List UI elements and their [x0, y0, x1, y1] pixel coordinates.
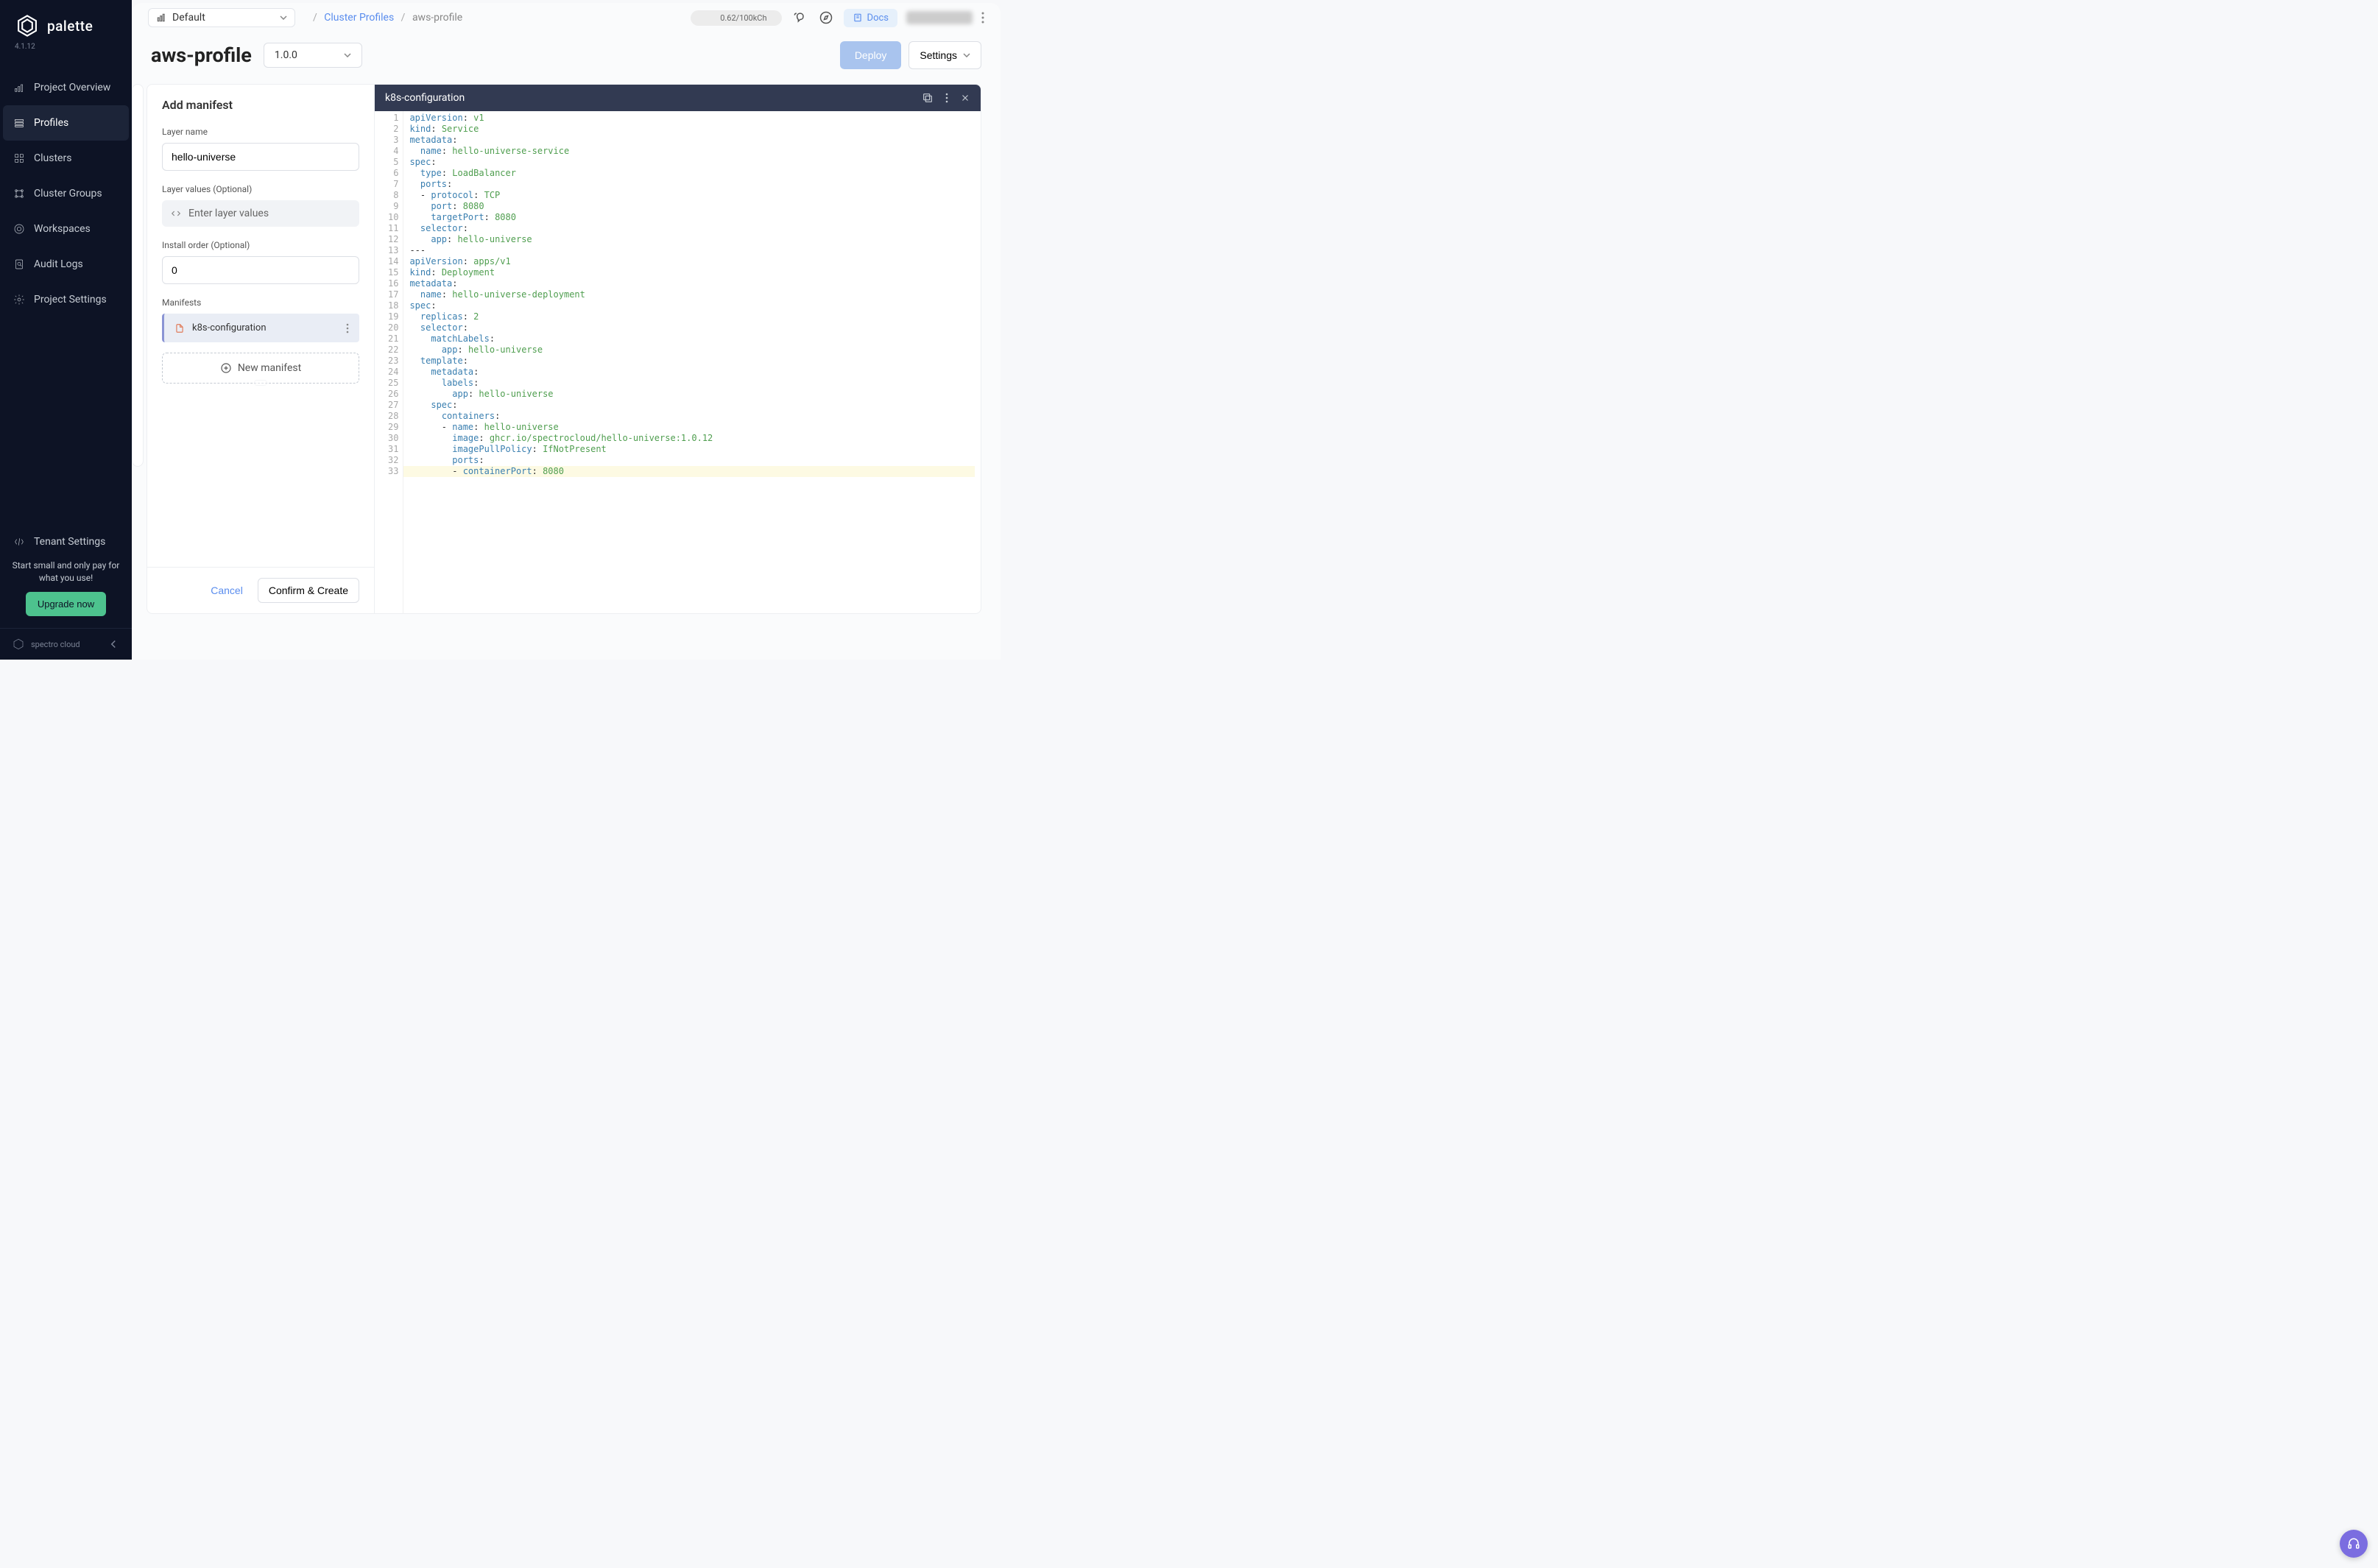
product-name: palette — [47, 18, 93, 35]
nav-project-settings[interactable]: Project Settings — [0, 282, 132, 317]
workspaces-icon — [13, 223, 25, 235]
confirm-create-button[interactable]: Confirm & Create — [258, 578, 359, 603]
settings-button[interactable]: Settings — [908, 41, 981, 69]
nav-workspaces[interactable]: Workspaces — [0, 211, 132, 247]
deploy-button[interactable]: Deploy — [840, 41, 902, 69]
tenant-icon — [13, 536, 25, 548]
chevron-down-icon — [344, 53, 351, 57]
kebab-menu-icon[interactable] — [981, 12, 984, 24]
layer-name-label: Layer name — [162, 127, 359, 137]
breadcrumb: / Cluster Profiles / aws-profile — [308, 12, 462, 24]
editor-code[interactable]: apiVersion: v1kind: Servicemetadata: nam… — [403, 111, 981, 613]
editor-tab: k8s-configuration — [385, 92, 465, 104]
manifest-item[interactable]: k8s-configuration — [162, 314, 359, 342]
profiles-icon — [13, 117, 25, 129]
docs-icon — [853, 13, 863, 23]
nav-profiles[interactable]: Profiles — [3, 105, 129, 141]
layer-values-label: Layer values (Optional) — [162, 184, 359, 194]
nav-project-overview[interactable]: Project Overview — [0, 70, 132, 105]
close-icon[interactable] — [960, 93, 970, 103]
layer-name-input[interactable] — [162, 143, 359, 171]
breadcrumb-current: aws-profile — [412, 12, 462, 24]
product-version: 4.1.12 — [0, 43, 132, 63]
code-icon — [171, 208, 181, 219]
page-title: aws-profile — [151, 43, 252, 67]
nav-clusters[interactable]: Clusters — [0, 141, 132, 176]
file-icon — [174, 323, 185, 333]
brand-name: spectro cloud — [31, 640, 80, 649]
docs-button[interactable]: Docs — [844, 9, 897, 27]
collapse-icon[interactable] — [107, 638, 120, 651]
cancel-button[interactable]: Cancel — [211, 578, 243, 603]
nav-audit-logs[interactable]: Audit Logs — [0, 247, 132, 282]
project-icon — [156, 13, 166, 23]
nav-cluster-groups[interactable]: Cluster Groups — [0, 176, 132, 211]
chat-icon[interactable] — [791, 9, 808, 27]
plus-circle-icon — [220, 362, 232, 374]
layer-values-input[interactable]: Enter layer values — [162, 200, 359, 227]
user-menu[interactable] — [906, 11, 973, 24]
cluster-groups-icon — [13, 188, 25, 199]
editor-kebab-icon[interactable] — [945, 93, 948, 103]
upgrade-text: Start small and only pay for what you us… — [10, 559, 121, 585]
clusters-icon — [13, 152, 25, 164]
form-title: Add manifest — [162, 98, 359, 112]
manifests-label: Manifests — [162, 297, 359, 308]
settings-icon — [13, 294, 25, 306]
chevron-down-icon — [963, 53, 970, 57]
install-order-input[interactable] — [162, 256, 359, 284]
version-selector[interactable]: 1.0.0 — [264, 43, 362, 68]
chevron-down-icon — [280, 15, 287, 20]
audit-icon — [13, 258, 25, 270]
logo-icon — [15, 13, 40, 38]
breadcrumb-link[interactable]: Cluster Profiles — [324, 12, 394, 24]
upgrade-button[interactable]: Upgrade now — [26, 592, 106, 616]
brand-icon — [12, 638, 25, 651]
overview-icon — [13, 82, 25, 93]
editor-gutter: 1234567891011121314151617181920212223242… — [375, 111, 403, 613]
copy-icon[interactable] — [922, 92, 934, 104]
project-selector[interactable]: Default — [148, 8, 295, 27]
new-manifest-button[interactable]: New manifest — [162, 353, 359, 384]
compass-icon[interactable] — [817, 9, 835, 27]
install-order-label: Install order (Optional) — [162, 240, 359, 250]
manifest-kebab-icon[interactable] — [346, 323, 349, 333]
nav-tenant-settings[interactable]: Tenant Settings — [0, 524, 132, 559]
background-card — [132, 84, 144, 467]
usage-indicator: 0.62/100kCh — [691, 10, 781, 26]
